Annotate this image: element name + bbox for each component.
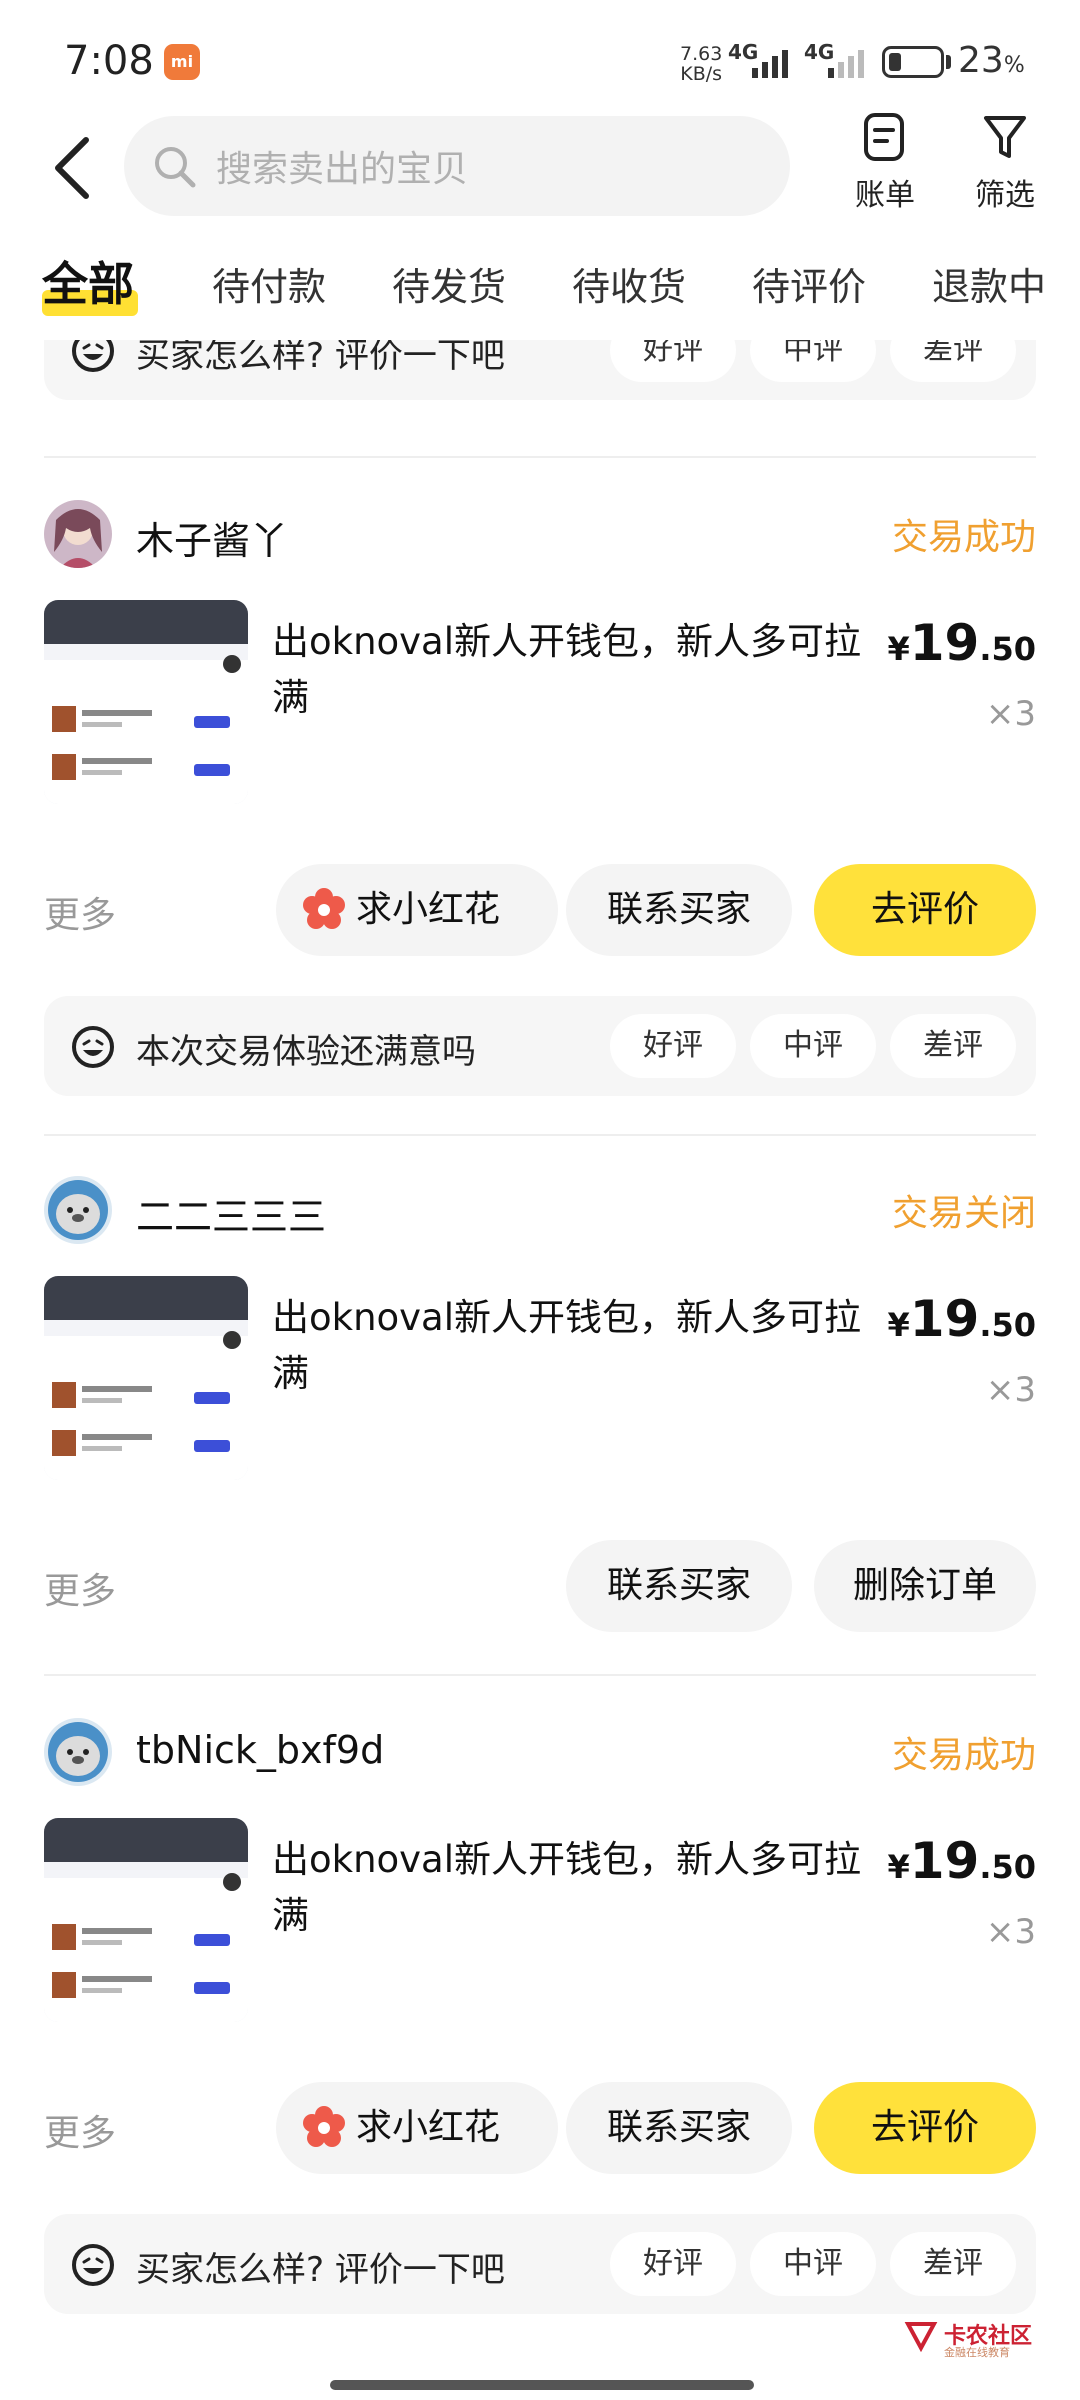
buyer-name[interactable]: 木子酱丫 — [136, 510, 288, 565]
avatar[interactable] — [44, 1176, 112, 1244]
product-thumbnail[interactable] — [44, 1818, 248, 2022]
review-prompt: 本次交易体验还满意吗 — [136, 1032, 476, 1072]
product-title[interactable]: 出oknoval新人开钱包，新人多可拉满 — [272, 1290, 892, 1402]
status-bar: 7:08 mi 7.63 KB/s 4G 4G 23% — [0, 0, 1080, 120]
grin-face-icon — [72, 2244, 114, 2286]
battery-percent: 23% — [958, 40, 1025, 81]
order-card: 二二三三三 交易关闭 出oknoval新人开钱包，新人多可拉满 ¥19.50 ×… — [0, 1176, 1080, 1656]
bill-button[interactable]: 账单 — [830, 112, 940, 222]
neutral-review-button[interactable]: 中评 — [750, 1014, 876, 1078]
good-review-button[interactable]: 好评 — [610, 1014, 736, 1078]
tab-pending-receipt[interactable]: 待收货 — [572, 256, 686, 311]
watermark-icon — [904, 2322, 938, 2353]
review-button[interactable]: 去评价 — [814, 2082, 1036, 2174]
filter-label: 筛选 — [975, 178, 1035, 213]
order-tabs: 全部 待付款 待发货 待收货 待评价 退款中 — [0, 244, 1080, 332]
tab-all[interactable]: 全部 — [42, 248, 134, 314]
bad-review-button[interactable]: 差评 — [890, 2232, 1016, 2296]
request-flower-button[interactable]: 求小红花 — [276, 864, 558, 956]
review-prompt: 买家怎么样? 评价一下吧 — [136, 340, 505, 376]
order-status: 交易关闭 — [891, 1193, 1036, 1234]
status-time: 7:08 — [64, 38, 154, 84]
avatar[interactable] — [44, 1718, 112, 1786]
network-speed-unit: KB/s — [680, 63, 723, 85]
more-button[interactable]: 更多 — [44, 1562, 116, 1614]
review-prompt: 买家怎么样? 评价一下吧 — [136, 2250, 505, 2290]
filter-button[interactable]: 筛选 — [950, 112, 1060, 222]
product-price: ¥19.50 — [887, 1290, 1036, 1348]
product-quantity: ×3 — [985, 1370, 1036, 1410]
mi-app-icon: mi — [164, 44, 200, 80]
order-status: 交易成功 — [891, 517, 1036, 558]
search-icon — [155, 147, 196, 188]
more-button[interactable]: 更多 — [44, 2104, 116, 2156]
watermark-subtitle: 金融在线教育 — [944, 2346, 1010, 2359]
chevron-left-icon — [55, 137, 89, 199]
request-flower-button[interactable]: 求小红花 — [276, 2082, 558, 2174]
review-bar: 本次交易体验还满意吗 好评 中评 差评 — [44, 996, 1036, 1096]
flower-icon — [303, 2106, 345, 2147]
contact-buyer-button[interactable]: 联系买家 — [566, 864, 792, 956]
flower-icon — [303, 888, 345, 929]
watermark-logo: 卡农社区 金融在线教育 — [904, 2318, 1054, 2364]
more-button[interactable]: 更多 — [44, 886, 116, 938]
tab-refunding[interactable]: 退款中 — [932, 256, 1046, 311]
tab-pending-shipment[interactable]: 待发货 — [392, 256, 506, 311]
good-review-button[interactable]: 好评 — [610, 340, 736, 382]
product-price: ¥19.50 — [887, 614, 1036, 672]
neutral-review-button[interactable]: 中评 — [750, 340, 876, 382]
buyer-name[interactable]: tbNick_bxf9d — [136, 1728, 384, 1772]
order-status: 交易成功 — [891, 1735, 1036, 1776]
search-bar[interactable]: 搜索卖出的宝贝 — [124, 116, 790, 216]
product-price: ¥19.50 — [887, 1832, 1036, 1890]
order-list: 买家怎么样? 评价一下吧 好评 中评 差评 木子酱丫 交易成功 出oknoval… — [0, 340, 1080, 2360]
product-title[interactable]: 出oknoval新人开钱包，新人多可拉满 — [272, 614, 892, 726]
signal-strength-icon — [752, 48, 788, 78]
divider — [44, 1674, 1036, 1676]
bad-review-button[interactable]: 差评 — [890, 340, 1016, 382]
network-speed: 7.63 KB/s — [680, 44, 722, 84]
product-quantity: ×3 — [985, 694, 1036, 734]
signal-strength-icon-2 — [828, 48, 864, 78]
bill-icon — [864, 113, 904, 161]
tab-pending-payment[interactable]: 待付款 — [212, 256, 326, 311]
divider — [44, 1134, 1036, 1136]
product-thumbnail[interactable] — [44, 600, 248, 804]
back-button[interactable] — [44, 128, 104, 208]
review-bar: 买家怎么样? 评价一下吧 好评 中评 差评 — [44, 2214, 1036, 2314]
neutral-review-button[interactable]: 中评 — [750, 2232, 876, 2296]
search-placeholder: 搜索卖出的宝贝 — [216, 149, 469, 190]
filter-icon — [984, 116, 1026, 158]
avatar[interactable] — [44, 500, 112, 568]
network-speed-value: 7.63 — [680, 43, 723, 65]
grin-face-icon — [72, 340, 114, 372]
battery-tip — [946, 55, 951, 69]
contact-buyer-button[interactable]: 联系买家 — [566, 1540, 792, 1632]
delete-order-button[interactable]: 删除订单 — [814, 1540, 1036, 1632]
buyer-name[interactable]: 二二三三三 — [136, 1186, 326, 1241]
home-indicator[interactable] — [330, 2380, 754, 2390]
review-button[interactable]: 去评价 — [814, 864, 1036, 956]
order-card: 木子酱丫 交易成功 出oknoval新人开钱包，新人多可拉满 ¥19.50 ×3… — [0, 500, 1080, 1140]
bill-label: 账单 — [855, 178, 915, 213]
product-quantity: ×3 — [985, 1912, 1036, 1952]
bad-review-button[interactable]: 差评 — [890, 1014, 1016, 1078]
good-review-button[interactable]: 好评 — [610, 2232, 736, 2296]
battery-icon — [882, 46, 944, 78]
contact-buyer-button[interactable]: 联系买家 — [566, 2082, 792, 2174]
order-card: tbNick_bxf9d 交易成功 出oknoval新人开钱包，新人多可拉满 ¥… — [0, 1718, 1080, 2358]
divider — [44, 456, 1036, 458]
grin-face-icon — [72, 1026, 114, 1068]
product-thumbnail[interactable] — [44, 1276, 248, 1480]
product-title[interactable]: 出oknoval新人开钱包，新人多可拉满 — [272, 1832, 892, 1944]
tab-pending-review[interactable]: 待评价 — [752, 256, 866, 311]
review-bar: 买家怎么样? 评价一下吧 好评 中评 差评 — [44, 340, 1036, 400]
